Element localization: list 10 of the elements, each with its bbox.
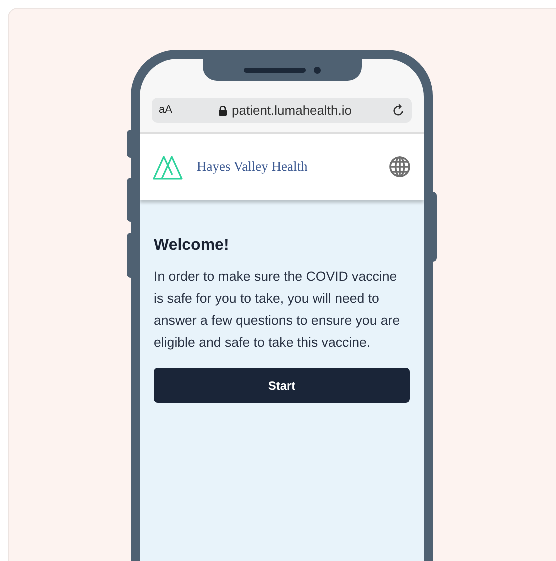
- start-button[interactable]: Start: [154, 368, 410, 403]
- lock-icon: [219, 106, 227, 116]
- globe-icon[interactable]: [389, 156, 411, 178]
- intro-paragraph: In order to make sure the COVID vaccine is safe for you to take, you will need to answer a few questions to ensure you are eligible and safe to take this vaccine.: [154, 268, 402, 352]
- address-bar[interactable]: aA patient.lumahealth.io: [152, 98, 412, 123]
- reload-icon[interactable]: [392, 104, 405, 117]
- text-size-button[interactable]: aA: [159, 102, 179, 119]
- welcome-heading: Welcome!: [154, 236, 230, 256]
- brand-name: Hayes Valley Health: [197, 158, 309, 176]
- url-text: patient.lumahealth.io: [232, 102, 352, 120]
